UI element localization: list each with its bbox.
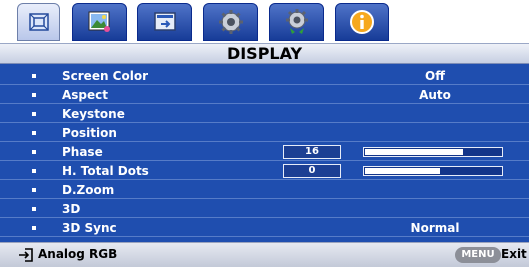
picture-icon	[28, 13, 49, 31]
menu-row-position[interactable]: Position	[0, 124, 529, 142]
tab-strip	[0, 0, 529, 44]
row-label: Screen Color	[62, 69, 148, 83]
bullet-icon	[32, 93, 36, 97]
tab-source[interactable]	[137, 3, 192, 41]
menu-row-keystone[interactable]: Keystone	[0, 105, 529, 123]
h-total-dots-value-box: 0	[283, 164, 341, 178]
row-label: Position	[62, 126, 117, 140]
row-label: Phase	[62, 145, 103, 159]
tab-display-image[interactable]	[72, 3, 127, 41]
tab-information[interactable]	[335, 3, 389, 41]
bullet-icon	[32, 226, 36, 230]
input-arrow-icon	[19, 248, 33, 262]
info-icon	[350, 10, 374, 34]
source-label: Analog RGB	[38, 247, 118, 261]
phase-slider[interactable]	[363, 147, 503, 157]
row-label: 3D	[62, 202, 81, 216]
row-value: Normal	[410, 221, 460, 235]
menu-key-button[interactable]: MENU	[455, 247, 501, 263]
row-label: Keystone	[62, 107, 125, 121]
row-value: Off	[425, 69, 445, 83]
menu-row-3d-sync[interactable]: 3D Sync Normal	[0, 219, 529, 237]
row-label: Aspect	[62, 88, 109, 102]
menu-row-screen-color[interactable]: Screen Color Off	[0, 67, 529, 85]
h-total-dots-slider[interactable]	[363, 166, 503, 176]
menu-title: DISPLAY	[0, 43, 529, 64]
row-label: 3D Sync	[62, 221, 117, 235]
bullet-icon	[32, 112, 36, 116]
exit-label: Exit	[501, 247, 527, 261]
tab-settings[interactable]	[203, 3, 258, 41]
bullet-icon	[32, 169, 36, 173]
row-label: D.Zoom	[62, 183, 115, 197]
bullet-icon	[32, 207, 36, 211]
menu-row-3d[interactable]: 3D	[0, 200, 529, 218]
menu-panel: Screen Color Off Aspect Auto Keystone Po…	[0, 64, 529, 242]
menu-row-d-zoom[interactable]: D.Zoom	[0, 181, 529, 199]
source-input-icon	[153, 12, 176, 31]
slider-fill	[365, 149, 463, 155]
gear-advanced-icon	[285, 9, 308, 34]
status-footer: Analog RGB MENU Exit	[0, 242, 529, 267]
phase-value-box: 16	[283, 145, 341, 159]
bullet-icon	[32, 74, 36, 78]
osd-menu: DISPLAY Screen Color Off Aspect Auto Key…	[0, 0, 529, 267]
tab-picture[interactable]	[17, 3, 60, 41]
menu-row-h-total-dots[interactable]: H. Total Dots 0	[0, 162, 529, 180]
bullet-icon	[32, 150, 36, 154]
gear-settings-icon	[218, 10, 243, 34]
display-image-icon	[88, 11, 110, 32]
row-value: Auto	[419, 88, 451, 102]
slider-fill	[365, 168, 440, 174]
menu-row-phase[interactable]: Phase 16	[0, 143, 529, 161]
tab-advanced[interactable]	[269, 3, 324, 41]
bullet-icon	[32, 131, 36, 135]
bullet-icon	[32, 188, 36, 192]
menu-row-aspect[interactable]: Aspect Auto	[0, 86, 529, 104]
row-label: H. Total Dots	[62, 164, 149, 178]
